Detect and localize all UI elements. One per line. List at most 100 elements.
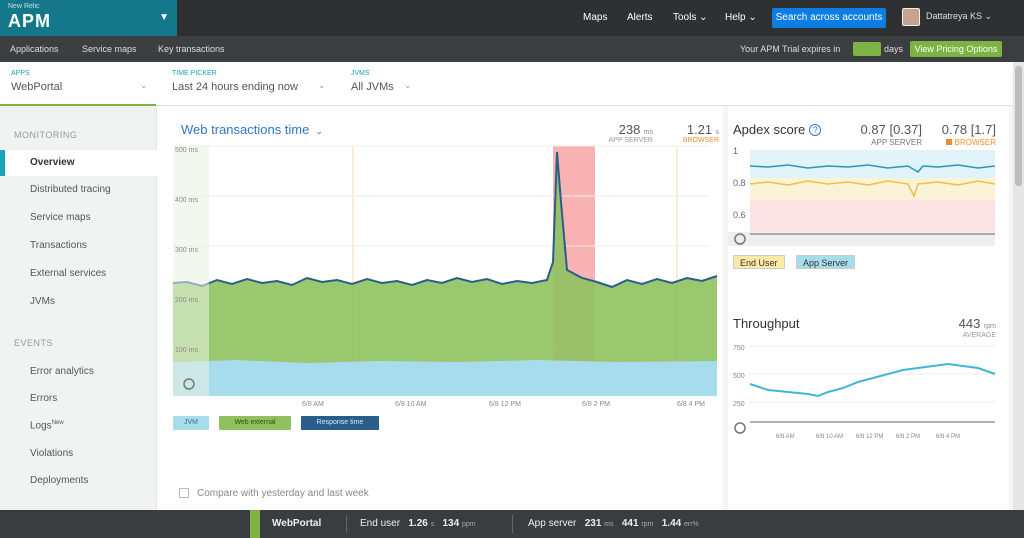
chevron-down-icon: ⌄ xyxy=(699,12,708,23)
x-tick: 6/8 AM xyxy=(302,401,324,408)
web-transactions-chart[interactable]: 500 ms 400 ms 300 ms 200 ms 100 ms 6/8 A… xyxy=(157,142,723,412)
sub-bar: Applications Service maps Key transactio… xyxy=(0,36,1024,62)
chevron-down-icon[interactable]: ⌄ xyxy=(140,80,148,91)
x-tick: 6/8 12 PM xyxy=(489,401,521,408)
user-name: Dattatreya KS xyxy=(926,11,983,21)
subnav-key-transactions[interactable]: Key transactions xyxy=(158,36,225,62)
sidebar-item-service-maps[interactable]: Service maps xyxy=(30,212,91,223)
app-server-time: 231 xyxy=(584,518,602,529)
apdex-title-text: Apdex score xyxy=(733,122,806,137)
sidebar-item-jvms[interactable]: JVMs xyxy=(30,296,55,307)
app-picker-value: WebPortal xyxy=(11,81,63,93)
sidebar-item-distributed-tracing[interactable]: Distributed tracing xyxy=(30,184,111,195)
end-user-time-unit: s xyxy=(430,521,435,528)
brand-small: New Relic xyxy=(8,3,40,10)
nav-tools[interactable]: Tools ⌄ xyxy=(673,0,708,36)
metric-app-server-value: 238 xyxy=(618,122,641,137)
end-user-rpm: 134 xyxy=(442,518,460,529)
trial-notice: Your APM Trial expires in xyxy=(740,44,841,54)
throughput-line xyxy=(749,362,996,398)
sidebar-item-overview[interactable]: Overview xyxy=(0,150,157,176)
sidebar-item-external-services[interactable]: External services xyxy=(30,268,106,279)
x-tick: 6/8 10 AM xyxy=(816,434,843,440)
subnav-service-maps[interactable]: Service maps xyxy=(82,36,137,62)
trial-suffix: days xyxy=(884,44,904,54)
bottom-app-name[interactable]: WebPortal xyxy=(272,510,321,538)
sidebar-item-logs[interactable]: LogsNew xyxy=(30,420,64,431)
nav-tools-label: Tools xyxy=(673,12,697,23)
bottom-end-user: End user 1.26 s 134 ppm xyxy=(360,510,476,538)
search-accounts-button[interactable]: Search across accounts xyxy=(772,8,886,28)
metric-browser: 1.21 s BROWSER xyxy=(657,122,719,144)
metric-app-server: 238 ms APP SERVER xyxy=(597,122,654,144)
app-server-time-unit: ms xyxy=(604,521,614,528)
apdex-chart[interactable]: 1 0.8 0.6 xyxy=(728,146,1009,250)
chevron-down-icon: ▼ xyxy=(159,12,169,23)
help-icon[interactable]: ? xyxy=(809,124,822,136)
throughput-x-ticks: 6/8 AM 6/8 10 AM 6/8 12 PM 6/8 2 PM 6/8 … xyxy=(776,434,960,440)
new-badge: New xyxy=(51,420,64,426)
divider xyxy=(512,515,513,533)
sidebar-item-transactions[interactable]: Transactions xyxy=(30,240,87,251)
x-tick: 6/8 12 PM xyxy=(856,434,883,440)
apdex-fair-band xyxy=(750,200,995,232)
bottom-summary-bar: WebPortal End user 1.26 s 134 ppm App se… xyxy=(0,510,1024,538)
user-menu[interactable]: Dattatreya KS ⌄ xyxy=(926,11,992,22)
apdex-title: Apdex score? xyxy=(733,122,822,137)
gridlines xyxy=(750,345,995,403)
y-tick: 200 ms xyxy=(175,297,198,304)
x-tick: 6/8 10 AM xyxy=(395,401,427,408)
x-tick: 6/8 2 PM xyxy=(582,401,610,408)
app-server-err: 1.44 xyxy=(661,518,682,529)
x-tick: 6/8 2 PM xyxy=(896,434,920,440)
avatar[interactable] xyxy=(902,8,920,26)
y-tick: 250 xyxy=(733,401,745,408)
picker-bar: APPS WebPortal ⌄ TIME PICKER Last 24 hou… xyxy=(0,62,1024,107)
brand-name: APM xyxy=(8,11,51,31)
y-tick: 500 xyxy=(733,373,745,380)
scrollbar-thumb[interactable] xyxy=(1015,66,1022,186)
subnav-applications[interactable]: Applications xyxy=(10,36,59,62)
jvm-area xyxy=(173,360,717,396)
eye-icon xyxy=(734,422,746,434)
y-tick: 0.8 xyxy=(733,178,746,188)
throughput-title: Throughput xyxy=(733,316,800,331)
chip-end-user[interactable]: End User xyxy=(733,255,785,269)
apdex-y-ticks: 1 0.8 0.6 xyxy=(733,146,746,220)
sidebar-item-violations[interactable]: Violations xyxy=(30,448,73,459)
legend-jvm[interactable]: JVM xyxy=(173,416,209,430)
chip-app-server[interactable]: App Server xyxy=(796,255,856,269)
sidebar-item-error-analytics[interactable]: Error analytics xyxy=(30,366,94,377)
app-server-label: App server xyxy=(528,518,577,529)
sidebar-section-events: EVENTS xyxy=(14,338,54,348)
nav-alerts[interactable]: Alerts xyxy=(627,0,653,36)
throughput-value: 443 rpm xyxy=(928,316,996,331)
metric-app-server-unit: ms xyxy=(643,129,653,136)
chart-title-dropdown[interactable]: Web transactions time ⌄ xyxy=(181,122,323,137)
apdex-excellent-band xyxy=(750,150,995,178)
legend-response-time[interactable]: Response time xyxy=(301,416,379,430)
throughput-sub: AVERAGE xyxy=(962,332,996,339)
throughput-unit: rpm xyxy=(983,323,996,330)
sidebar-item-deployments[interactable]: Deployments xyxy=(30,475,88,486)
compare-checkbox[interactable]: Compare with yesterday and last week xyxy=(179,488,369,499)
legend-web-external[interactable]: Web external xyxy=(219,416,291,430)
time-picker-label: TIME PICKER xyxy=(172,70,217,77)
throughput-chart[interactable]: 750 500 250 6/8 AM 6/8 10 AM 6/8 12 PM 6… xyxy=(728,342,1009,446)
web-transactions-panel: Web transactions time ⌄ 238 ms APP SERVER… xyxy=(157,106,723,510)
chevron-down-icon[interactable]: ⌄ xyxy=(404,80,412,91)
nav-help[interactable]: Help ⌄ xyxy=(725,0,757,36)
time-picker[interactable]: TIME PICKER Last 24 hours ending now xyxy=(172,70,298,93)
top-bar: New Relic APM ▼ Maps Alerts Tools ⌄ Help… xyxy=(0,0,1024,36)
brand-switcher[interactable]: New Relic APM ▼ xyxy=(0,0,177,36)
end-user-label: End user xyxy=(360,518,401,529)
app-picker[interactable]: APPS WebPortal xyxy=(11,70,62,93)
view-pricing-button[interactable]: View Pricing Options xyxy=(910,41,1002,57)
nav-maps[interactable]: Maps xyxy=(583,0,607,36)
chart-left-shade xyxy=(173,146,209,396)
sidebar-item-errors[interactable]: Errors xyxy=(30,393,57,404)
page-scrollbar[interactable] xyxy=(1013,62,1024,510)
jvm-picker[interactable]: JVMS All JVMs xyxy=(351,70,394,93)
chevron-down-icon[interactable]: ⌄ xyxy=(318,80,326,91)
apdex-browser-value: 0.78 [1.7] xyxy=(941,122,996,137)
